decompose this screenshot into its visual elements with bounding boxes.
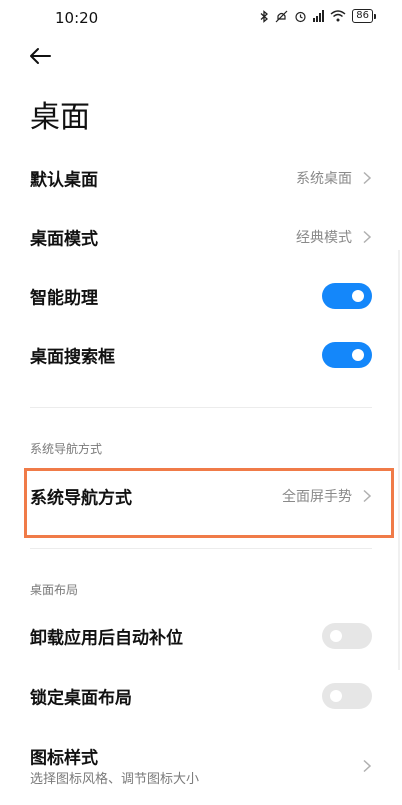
toggle-knob — [330, 630, 342, 642]
divider — [30, 548, 372, 549]
toggle-knob — [352, 349, 364, 361]
back-arrow-icon — [30, 48, 51, 64]
divider — [30, 407, 372, 408]
smart-assistant-row: 智能助理 — [0, 266, 402, 326]
wifi-icon — [330, 10, 346, 22]
auto-fill-toggle[interactable] — [322, 623, 372, 649]
lock-layout-toggle[interactable] — [322, 683, 372, 709]
default-launcher-row[interactable]: 默认桌面 系统桌面 — [0, 148, 402, 208]
auto-fill-row: 卸载应用后自动补位 — [0, 606, 402, 666]
back-button[interactable] — [28, 46, 58, 72]
section-header-layout: 桌面布局 — [30, 583, 79, 597]
row-label: 桌面搜索框 — [30, 347, 115, 368]
row-value: 经典模式 — [296, 230, 352, 246]
page-title: 桌面 — [30, 100, 90, 135]
row-label: 卸载应用后自动补位 — [30, 628, 183, 649]
signal-icon — [313, 10, 325, 22]
row-label: 图标样式 — [30, 748, 98, 769]
mute-icon — [275, 10, 288, 22]
row-label: 桌面模式 — [30, 229, 98, 250]
row-label: 默认桌面 — [30, 170, 98, 191]
battery-level: 86 — [352, 9, 373, 23]
icon-style-row[interactable]: 图标样式 — [0, 736, 402, 796]
status-icons: 86 — [260, 9, 376, 23]
search-bar-toggle[interactable] — [322, 342, 372, 368]
row-label: 锁定桌面布局 — [30, 688, 132, 709]
toggle-knob — [352, 290, 364, 302]
alarm-icon — [295, 11, 306, 22]
chevron-right-icon — [363, 759, 372, 773]
bluetooth-icon — [260, 9, 269, 23]
battery-icon: 86 — [352, 9, 376, 23]
status-bar: 10:20 86 — [0, 0, 402, 36]
section-header-navigation: 系统导航方式 — [30, 442, 103, 456]
highlight-box — [24, 468, 394, 538]
launcher-mode-row[interactable]: 桌面模式 经典模式 — [0, 207, 402, 267]
row-value: 系统桌面 — [296, 171, 352, 187]
search-bar-row: 桌面搜索框 — [0, 325, 402, 385]
lock-layout-row: 锁定桌面布局 — [0, 666, 402, 726]
smart-assistant-toggle[interactable] — [322, 283, 372, 309]
chevron-right-icon — [363, 171, 372, 185]
status-time: 10:20 — [55, 9, 99, 27]
toggle-knob — [330, 690, 342, 702]
chevron-right-icon — [363, 230, 372, 244]
icon-style-subtitle: 选择图标风格、调节图标大小 — [30, 772, 200, 787]
scrollbar — [398, 250, 400, 670]
row-label: 智能助理 — [30, 288, 98, 309]
